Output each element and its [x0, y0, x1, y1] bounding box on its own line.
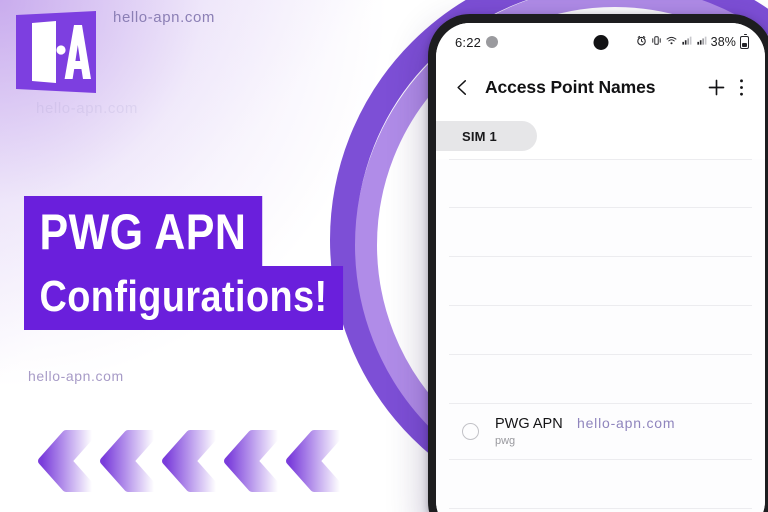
chevron-left-arrow-1 [36, 430, 98, 492]
front-camera-punchhole [593, 35, 608, 50]
battery-icon [740, 33, 749, 49]
watermark-under-logo: hello-apn.com [36, 100, 139, 117]
page-title: Access Point Names [485, 76, 656, 97]
sim-tab-bar: SIM 1 [436, 113, 765, 159]
list-item[interactable] [449, 306, 752, 355]
chevron-left-arrow-2 [98, 430, 160, 492]
chevron-left-arrow-5 [284, 430, 346, 492]
apn-value: pwg [495, 435, 516, 448]
apn-item-texts: PWG APN pwg [495, 415, 739, 448]
poster-canvas: hello-apn.com hello-apn.com PWG APN Conf… [0, 0, 768, 512]
circle-notification-icon [486, 36, 499, 48]
watermark-lower: hello-apn.com [28, 368, 124, 384]
vibrate-icon [651, 35, 662, 49]
phone-mockup: 6:22 38% Access Point Names SIM 1 PWG AP… [428, 14, 768, 512]
battery-percent-label: 38% [710, 35, 736, 49]
apn-name: PWG APN [495, 416, 563, 432]
list-item[interactable] [449, 460, 752, 510]
radio-unchecked-icon[interactable] [462, 423, 479, 441]
headline-line-2: Configurations! [24, 266, 344, 330]
apn-list: PWG APN pwg hello-apn.com [436, 159, 765, 512]
alarm-icon [636, 35, 647, 49]
tab-sim-1[interactable]: SIM 1 [436, 121, 537, 151]
headline: PWG APN Configurations! [24, 196, 395, 330]
phone-screen: 6:22 38% Access Point Names SIM 1 PWG AP… [436, 23, 765, 512]
signal-bars-sim2-icon [696, 35, 707, 49]
list-item[interactable] [449, 355, 752, 404]
list-item[interactable] [449, 159, 752, 208]
more-vertical-icon[interactable] [731, 72, 751, 102]
chevron-left-icon[interactable] [448, 73, 476, 101]
apn-list-item[interactable]: PWG APN pwg hello-apn.com [449, 404, 752, 461]
list-item[interactable] [449, 208, 752, 257]
wifi-calling-icon [666, 35, 677, 49]
brand-url-top: hello-apn.com [113, 9, 216, 26]
status-bar-left: 6:22 [455, 34, 499, 50]
app-bar: Access Point Names [436, 61, 765, 113]
chevron-left-arrow-4 [222, 430, 284, 492]
status-bar-right: 38% [636, 33, 749, 49]
chevron-left-arrow-3 [160, 430, 222, 492]
status-time: 6:22 [455, 34, 482, 50]
headline-line-1: PWG APN [24, 196, 262, 266]
plus-icon[interactable] [701, 72, 731, 102]
ha-monogram-logo [12, 7, 100, 97]
list-item[interactable] [449, 257, 752, 306]
chevron-arrow-row [36, 424, 366, 496]
signal-bars-sim1-icon [681, 35, 692, 49]
